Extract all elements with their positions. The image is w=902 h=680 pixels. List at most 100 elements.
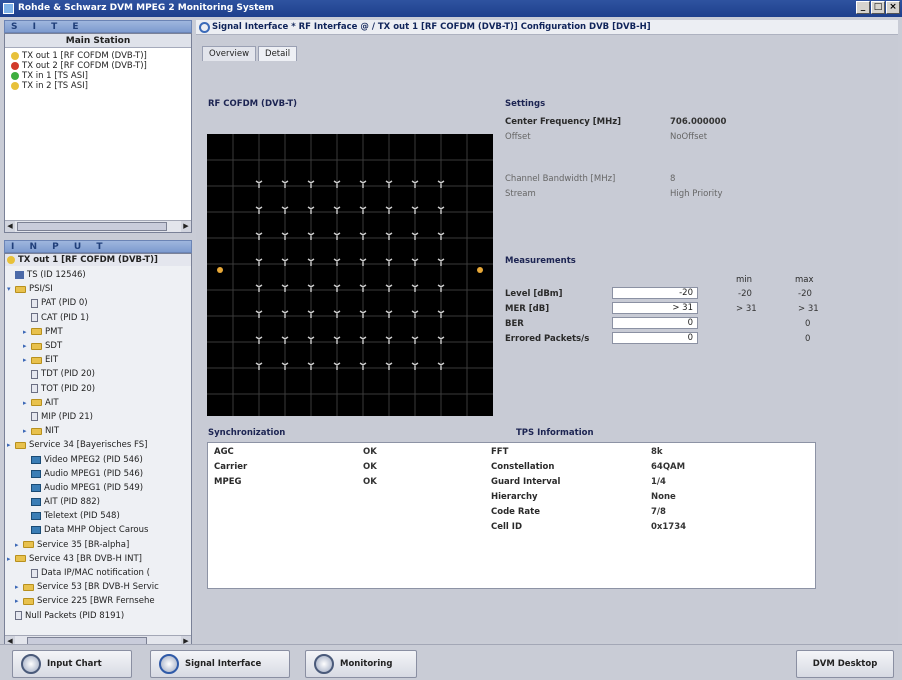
tree-item[interactable]: Audio MPEG1 (PID 546) bbox=[7, 467, 189, 481]
tree-item[interactable]: TOT (PID 20) bbox=[7, 382, 189, 396]
folder-icon bbox=[31, 356, 42, 364]
mpeg-value: OK bbox=[363, 477, 377, 487]
window-titlebar[interactable]: Rohde & Schwarz DVM MPEG 2 Monitoring Sy… bbox=[0, 0, 902, 17]
input-chart-label: Input Chart bbox=[47, 659, 102, 669]
errored-packets-label: Errored Packets/s bbox=[505, 334, 590, 344]
tab-overview[interactable]: Overview bbox=[202, 46, 257, 61]
tree-item[interactable]: Video MPEG2 (PID 546) bbox=[7, 452, 189, 466]
tree-item[interactable]: MIP (PID 21) bbox=[7, 410, 189, 424]
maximize-button[interactable]: □ bbox=[871, 1, 885, 14]
expand-icon[interactable]: ▸ bbox=[7, 440, 15, 450]
left-panel: S I T E Main Station TX out 1 [RF COFDM … bbox=[4, 20, 192, 648]
tree-item[interactable]: ▸ EIT bbox=[7, 353, 189, 367]
status-icon bbox=[11, 82, 19, 90]
expand-icon[interactable]: ▸ bbox=[23, 327, 31, 337]
input-chart-button[interactable]: Input Chart bbox=[12, 650, 132, 678]
tree-item[interactable]: Null Packets (PID 8191) bbox=[7, 609, 189, 623]
expand-icon[interactable]: ▸ bbox=[7, 554, 15, 564]
tree-item-label: Teletext (PID 548) bbox=[44, 511, 120, 522]
folder-icon bbox=[31, 399, 42, 407]
close-button[interactable]: × bbox=[886, 1, 900, 14]
tree-item[interactable]: ▸ NIT bbox=[7, 424, 189, 438]
document-icon bbox=[31, 369, 38, 379]
pilot-marker bbox=[217, 267, 223, 273]
expand-icon[interactable]: ▾ bbox=[7, 284, 15, 294]
site-item[interactable]: TX in 1 [TS ASI] bbox=[11, 71, 189, 81]
input-chart-icon bbox=[21, 654, 41, 674]
site-header: S I T E bbox=[4, 20, 192, 33]
scroll-right-icon[interactable]: ▶ bbox=[181, 221, 191, 232]
tree-item[interactable]: ▸ Service 35 [BR-alpha] bbox=[7, 538, 189, 552]
folder-icon bbox=[23, 541, 34, 549]
status-icon bbox=[7, 256, 15, 264]
sync-tps-panel: AGC OK Carrier OK MPEG OK FFT 8k Constel… bbox=[207, 442, 816, 589]
site-scrollbar[interactable]: ◀ ▶ bbox=[5, 220, 191, 232]
guard-interval-value: 1/4 bbox=[651, 477, 666, 487]
tree-item[interactable]: AIT (PID 882) bbox=[7, 495, 189, 509]
tree-item[interactable]: ▾ PSI/SI bbox=[7, 282, 189, 296]
minimize-button[interactable]: _ bbox=[856, 1, 870, 14]
tree-item[interactable]: ▸ SDT bbox=[7, 339, 189, 353]
constellation-svg bbox=[207, 134, 493, 416]
folder-icon bbox=[15, 285, 26, 293]
monitoring-button[interactable]: Monitoring bbox=[305, 650, 417, 678]
scrollbar-thumb[interactable] bbox=[17, 222, 167, 231]
station-label: Main Station bbox=[5, 34, 191, 48]
expand-icon[interactable]: ▸ bbox=[15, 582, 23, 592]
site-item-label: TX in 1 [TS ASI] bbox=[22, 71, 88, 81]
site-item[interactable]: TX in 2 [TS ASI] bbox=[11, 81, 189, 91]
tree-item[interactable]: ▸ Service 53 [BR DVB-H Servic bbox=[7, 580, 189, 594]
tree-item[interactable]: CAT (PID 1) bbox=[7, 311, 189, 325]
measurements-title: Measurements bbox=[505, 256, 576, 266]
tree-item[interactable]: PAT (PID 0) bbox=[7, 296, 189, 310]
document-icon bbox=[31, 384, 38, 394]
ber-field: 0 bbox=[612, 317, 698, 329]
site-item[interactable]: TX out 2 [RF COFDM (DVB-T)] bbox=[11, 61, 189, 71]
tree-item[interactable]: TDT (PID 20) bbox=[7, 367, 189, 381]
tree-item[interactable]: ▸ Service 34 [Bayerisches FS] bbox=[7, 438, 189, 452]
offset-value: NoOffset bbox=[670, 132, 708, 142]
input-root[interactable]: TX out 1 [RF COFDM (DVB-T)] bbox=[5, 254, 191, 266]
video-icon bbox=[31, 483, 41, 492]
tab-bar: Overview Detail bbox=[202, 46, 298, 61]
fft-value: 8k bbox=[651, 447, 663, 457]
expand-icon[interactable]: ▸ bbox=[23, 355, 31, 365]
folder-icon bbox=[31, 328, 42, 336]
tree-item-label: Service 34 [Bayerisches FS] bbox=[29, 440, 148, 451]
tree-item[interactable]: TS (ID 12546) bbox=[7, 268, 189, 282]
tree-item[interactable]: Data IP/MAC notification ( bbox=[7, 566, 189, 580]
scroll-left-icon[interactable]: ◀ bbox=[5, 221, 15, 232]
tree-item-label: SDT bbox=[45, 341, 63, 352]
errored-packets-field: 0 bbox=[612, 332, 698, 344]
mer-label: MER [dB] bbox=[505, 304, 550, 314]
expand-icon[interactable]: ▸ bbox=[23, 426, 31, 436]
input-header: I N P U T bbox=[4, 240, 192, 253]
hierarchy-label: Hierarchy bbox=[491, 492, 538, 502]
tree-item[interactable]: Data MHP Object Carous bbox=[7, 523, 189, 537]
tree-item-label: AIT (PID 882) bbox=[44, 497, 100, 508]
tab-detail[interactable]: Detail bbox=[258, 46, 298, 61]
tree-item[interactable]: Teletext (PID 548) bbox=[7, 509, 189, 523]
site-item[interactable]: TX out 1 [RF COFDM (DVB-T)] bbox=[11, 51, 189, 61]
tree-item[interactable]: ▸ PMT bbox=[7, 325, 189, 339]
expand-icon[interactable]: ▸ bbox=[15, 540, 23, 550]
level-label: Level [dBm] bbox=[505, 289, 563, 299]
ber-label: BER bbox=[505, 319, 524, 329]
signal-interface-button[interactable]: Signal Interface bbox=[150, 650, 290, 678]
tree-item-label: MIP (PID 21) bbox=[41, 411, 93, 422]
constellation-label: Constellation bbox=[491, 462, 555, 472]
folder-icon bbox=[15, 555, 26, 563]
tree-item[interactable]: ▸ Service 43 [BR DVB-H INT] bbox=[7, 552, 189, 566]
status-icon bbox=[11, 52, 19, 60]
guard-interval-label: Guard Interval bbox=[491, 477, 561, 487]
tree-item[interactable]: Audio MPEG1 (PID 549) bbox=[7, 481, 189, 495]
expand-icon[interactable]: ▸ bbox=[15, 596, 23, 606]
agc-label: AGC bbox=[214, 447, 234, 457]
tree-item[interactable]: ▸ Service 225 [BWR Fernsehe bbox=[7, 594, 189, 608]
tree-item[interactable]: ▸ AIT bbox=[7, 396, 189, 410]
signal-interface-label: Signal Interface bbox=[185, 659, 262, 669]
expand-icon[interactable]: ▸ bbox=[23, 341, 31, 351]
expand-icon[interactable]: ▸ bbox=[23, 398, 31, 408]
site-list: TX out 1 [RF COFDM (DVB-T)] TX out 2 [RF … bbox=[5, 48, 191, 91]
dvm-desktop-button[interactable]: DVM Desktop bbox=[796, 650, 894, 678]
